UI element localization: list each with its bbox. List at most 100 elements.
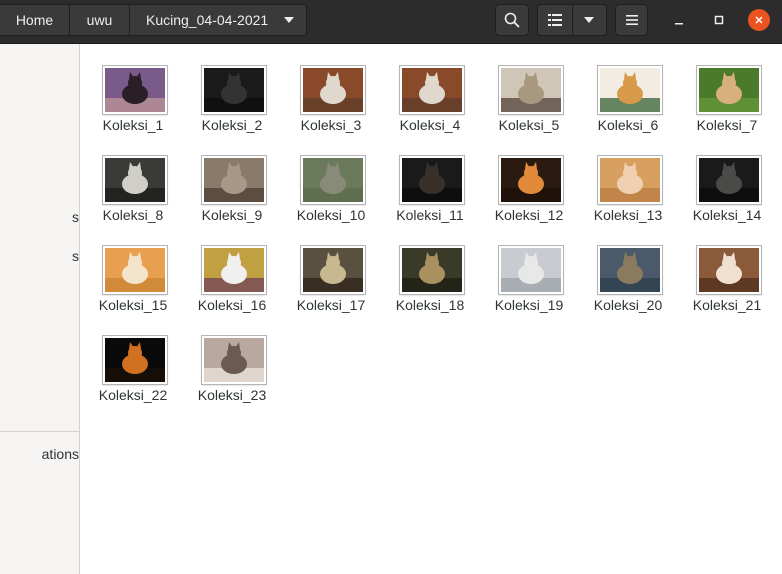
maximize-button[interactable] [708,9,730,31]
sidebar: s s ations [0,44,80,574]
file-name-label: Koleksi_16 [197,297,267,313]
file-name-label: Koleksi_6 [597,117,659,133]
list-view-icon [547,14,562,26]
search-button[interactable] [495,4,529,36]
file-item[interactable]: Koleksi_1 [84,44,182,133]
sidebar-item-label: s [72,248,79,264]
image-thumbnail [301,66,365,114]
file-name-label: Koleksi_3 [300,117,362,133]
file-item[interactable]: Koleksi_17 [282,224,380,313]
header-bar: Home uwu Kucing_04-04-2021 [0,0,782,44]
file-item[interactable]: Koleksi_15 [84,224,182,313]
close-button[interactable] [748,9,770,31]
file-item[interactable]: Koleksi_6 [579,44,677,133]
file-name-label: Koleksi_2 [201,117,263,133]
file-item[interactable]: Koleksi_16 [183,224,281,313]
file-name-label: Koleksi_11 [396,207,464,223]
file-item[interactable]: Koleksi_18 [381,224,479,313]
image-thumbnail [301,156,365,204]
file-item[interactable]: Koleksi_20 [579,224,677,313]
file-grid: Koleksi_1 Koleksi_2 Koleksi_3 Koleksi_4 Kole… [81,44,782,574]
sidebar-divider [0,431,79,432]
file-name-label: Koleksi_9 [201,207,263,223]
file-name-label: Koleksi_19 [494,297,564,313]
file-name-label: Koleksi_21 [692,297,762,313]
file-item[interactable]: Koleksi_2 [183,44,281,133]
image-thumbnail [697,246,761,294]
view-options-button[interactable] [573,5,607,35]
caret-down-icon[interactable] [284,17,294,23]
file-name-label: Koleksi_13 [593,207,663,223]
maximize-icon [714,15,724,25]
file-item[interactable]: Koleksi_11 [381,134,479,223]
file-item[interactable]: Koleksi_13 [579,134,677,223]
breadcrumb-uwu[interactable]: uwu [70,5,130,35]
image-thumbnail [598,246,662,294]
breadcrumb-current-label: Kucing_04-04-2021 [146,12,269,28]
file-name-label: Koleksi_5 [498,117,560,133]
image-thumbnail [697,66,761,114]
image-thumbnail [202,246,266,294]
file-item[interactable]: Koleksi_4 [381,44,479,133]
image-thumbnail [202,336,266,384]
file-item[interactable]: Koleksi_3 [282,44,380,133]
image-thumbnail [400,246,464,294]
image-thumbnail [400,156,464,204]
sidebar-item[interactable]: s [72,209,79,225]
file-name-label: Koleksi_23 [197,387,267,403]
file-name-label: Koleksi_15 [98,297,168,313]
image-thumbnail [598,156,662,204]
image-thumbnail [598,66,662,114]
breadcrumb-uwu-label: uwu [86,12,113,28]
file-name-label: Koleksi_20 [593,297,663,313]
main-menu-button[interactable] [615,4,648,36]
file-name-label: Koleksi_10 [296,207,366,223]
file-item[interactable]: Koleksi_22 [84,314,182,403]
image-thumbnail [301,246,365,294]
image-thumbnail [103,336,167,384]
minimize-button[interactable] [668,9,690,31]
breadcrumb: Home uwu Kucing_04-04-2021 [0,4,307,36]
file-item[interactable]: Koleksi_8 [84,134,182,223]
breadcrumb-current-folder[interactable]: Kucing_04-04-2021 [130,5,306,35]
file-item[interactable]: Koleksi_21 [678,224,776,313]
sidebar-item[interactable]: s [72,248,79,264]
file-item[interactable]: Koleksi_9 [183,134,281,223]
image-thumbnail [103,66,167,114]
file-item[interactable]: Koleksi_10 [282,134,380,223]
file-item[interactable]: Koleksi_7 [678,44,776,133]
file-item[interactable]: Koleksi_5 [480,44,578,133]
file-name-label: Koleksi_1 [102,117,164,133]
hamburger-menu-icon [625,15,638,25]
image-thumbnail [103,156,167,204]
image-thumbnail [697,156,761,204]
sidebar-item-other-locations[interactable]: ations [42,446,79,462]
file-name-label: Koleksi_18 [395,297,465,313]
file-name-label: Koleksi_4 [399,117,461,133]
close-icon [755,16,763,24]
image-thumbnail [400,66,464,114]
breadcrumb-home[interactable]: Home [0,5,70,35]
chevron-down-icon [584,17,595,23]
file-name-label: Koleksi_14 [692,207,762,223]
search-icon [504,12,520,28]
file-name-label: Koleksi_8 [102,207,164,223]
file-item[interactable]: Koleksi_12 [480,134,578,223]
image-thumbnail [202,66,266,114]
view-options-group [537,4,607,36]
image-thumbnail [499,66,563,114]
image-thumbnail [103,246,167,294]
image-thumbnail [499,156,563,204]
list-view-button[interactable] [538,5,573,35]
file-name-label: Koleksi_7 [696,117,758,133]
sidebar-item-label: s [72,209,79,225]
file-item[interactable]: Koleksi_19 [480,224,578,313]
file-item[interactable]: Koleksi_23 [183,314,281,403]
breadcrumb-home-label: Home [15,12,54,28]
image-thumbnail [202,156,266,204]
image-thumbnail [499,246,563,294]
file-name-label: Koleksi_12 [494,207,564,223]
file-name-label: Koleksi_17 [296,297,366,313]
file-item[interactable]: Koleksi_14 [678,134,776,223]
sidebar-item-label: ations [41,446,79,462]
